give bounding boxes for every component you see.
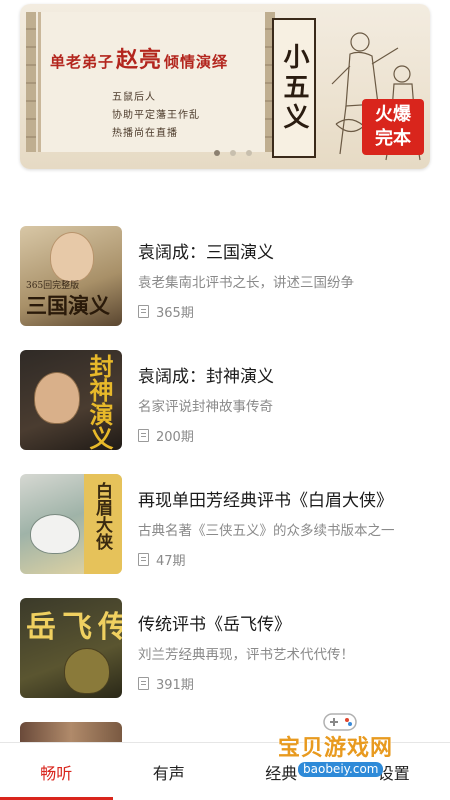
banner-title-pre: 单老弟子 [50,53,115,71]
cover-portrait [34,372,80,424]
banner-vertical-title: 小五义 [272,18,316,158]
document-icon [138,553,149,566]
item-title: 袁阔成：封神演义 [138,367,274,387]
document-icon [138,429,149,442]
tab-listen[interactable]: 畅听 [0,743,113,800]
item-description: 袁老集南北评书之长，讲述三国纷争 [138,275,354,291]
banner-sub-line: 热播尚在直播 [112,128,178,139]
album-cover: 岳飞传 [20,598,122,698]
carousel-dots [214,150,252,156]
cover-title: 封神演义 [85,354,114,450]
banner-carousel[interactable]: 单老弟子赵亮 倾情演绎 五鼠后人 协助平定藩王作乱 热播尚在直播 小五义 火爆 完… [20,4,430,169]
cover-helmet [64,648,110,694]
banner-title-name: 赵亮 [116,47,163,73]
list-item[interactable]: 365回完整版 三国演义 袁阔成：三国演义 袁老集南北评书之长，讲述三国纷争 3… [0,222,450,346]
banner-title: 单老弟子赵亮 倾情演绎 [50,42,228,74]
cover-title: 三国演义 [26,293,110,318]
item-episode-count: 47期 [138,550,186,569]
album-cover: 365回完整版 三国演义 [20,226,122,326]
cover-title: 岳飞传 [26,610,122,645]
tab-audio[interactable]: 有声 [113,743,226,800]
carousel-dot[interactable] [246,150,252,156]
banner-sub-line: 协助平定藩王作乱 [112,110,200,121]
tab-settings[interactable]: 设置 [338,743,450,800]
cover-figure [30,514,80,554]
banner-title-post: 倾情演绎 [164,53,229,71]
banner-sub-line: 五鼠后人 [112,92,156,103]
item-description: 古典名著《三侠五义》的众多续书版本之一 [138,523,395,539]
item-episode-count: 391期 [138,674,194,693]
list-item[interactable]: 封神演义 袁阔成：封神演义 名家评说封神故事传奇 200期 [0,346,450,470]
episode-count-text: 47期 [156,554,186,569]
list-item[interactable]: 岳飞传 传统评书《岳飞传》 刘兰芳经典再现，评书艺术代代传！ 391期 [0,594,450,718]
banner-badge: 火爆 完本 [362,99,424,155]
album-list: 365回完整版 三国演义 袁阔成：三国演义 袁老集南北评书之长，讲述三国纷争 3… [0,222,450,718]
episode-count-text: 365期 [156,306,194,321]
album-cover: 白眉大侠 [20,474,122,574]
bottom-tab-bar: 畅听 有声 经典 设置 [0,742,450,800]
banner-badge-line: 完本 [375,128,411,149]
carousel-dot[interactable] [214,150,220,156]
cover-title: 白眉大侠 [92,482,112,550]
banner-bamboo-left [26,12,36,152]
item-title: 再现单田芳经典评书《白眉大侠》 [138,491,393,511]
document-icon [138,677,149,690]
item-description: 名家评说封神故事传奇 [138,399,273,415]
tab-classic[interactable]: 经典 [225,743,338,800]
banner-subtitle: 五鼠后人 协助平定藩王作乱 热播尚在直播 [112,89,200,143]
banner-badge-line: 火爆 [375,104,411,125]
item-episode-count: 200期 [138,426,194,445]
item-description: 刘兰芳经典再现，评书艺术代代传！ [138,647,354,663]
list-item[interactable]: 白眉大侠 再现单田芳经典评书《白眉大侠》 古典名著《三侠五义》的众多续书版本之一… [0,470,450,594]
carousel-dot[interactable] [230,150,236,156]
item-title: 袁阔成：三国演义 [138,243,274,263]
album-cover: 封神演义 [20,350,122,450]
item-title: 传统评书《岳飞传》 [138,615,291,635]
item-episode-count: 365期 [138,302,194,321]
document-icon [138,305,149,318]
episode-count-text: 200期 [156,430,194,445]
album-cover-partial[interactable] [20,722,122,742]
cover-portrait [50,232,94,282]
episode-count-text: 391期 [156,678,194,693]
